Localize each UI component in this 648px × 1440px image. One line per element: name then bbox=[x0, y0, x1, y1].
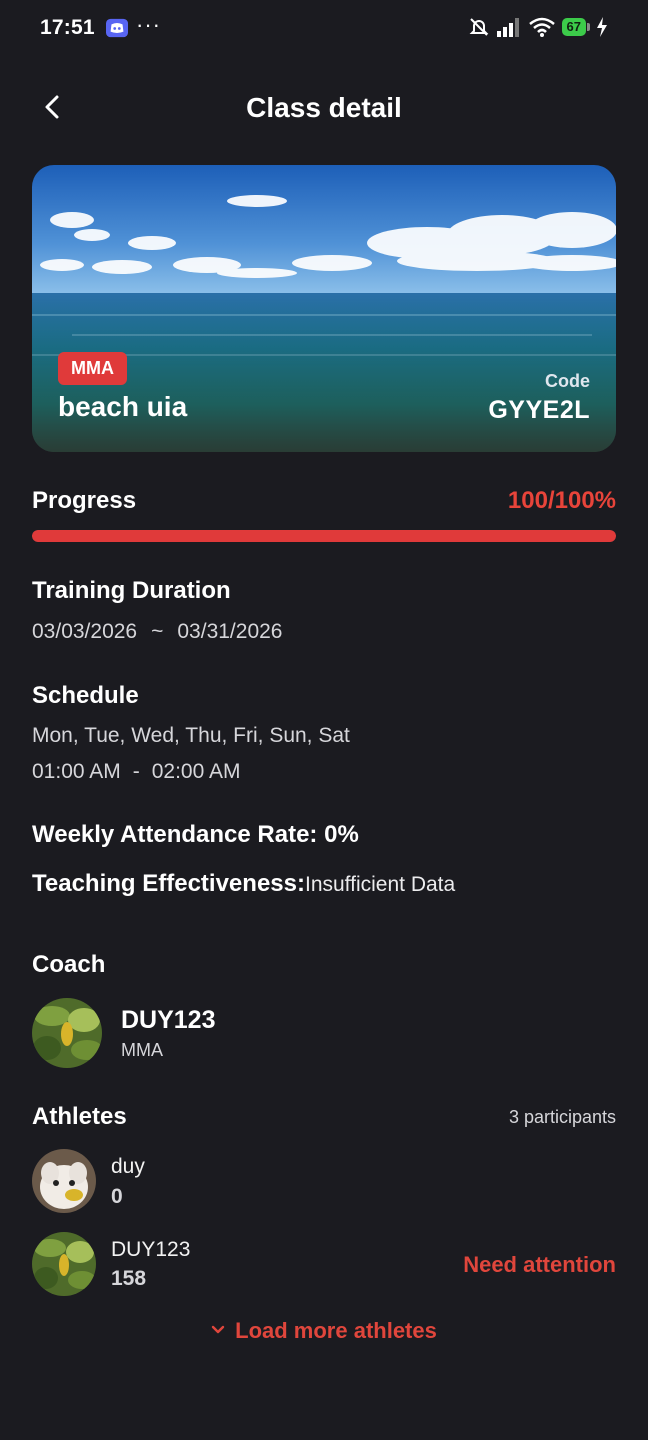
athlete-name: duy bbox=[111, 1155, 145, 1178]
status-bar: 17:51 ··· 67 bbox=[0, 0, 648, 58]
training-duration-range: 03/03/2026 ~03/31/2026 bbox=[32, 620, 282, 644]
page-title: Class detail bbox=[246, 92, 402, 123]
battery-level: 67 bbox=[561, 18, 586, 36]
schedule-days: Mon, Tue, Wed, Thu, Fri, Sun, Sat bbox=[32, 724, 350, 747]
wifi-icon bbox=[528, 17, 555, 37]
weekly-attendance-rate: Weekly Attendance Rate: 0% bbox=[32, 821, 359, 848]
coach-name: DUY123 bbox=[121, 1006, 216, 1034]
status-time: 17:51 bbox=[40, 16, 95, 39]
need-attention-label: Need attention bbox=[463, 1252, 616, 1277]
progress-bar-fill bbox=[32, 530, 616, 542]
class-code: GYYE2L bbox=[488, 396, 590, 424]
schedule-time: 01:00 AM -02:00 AM bbox=[32, 760, 240, 784]
more-notifications-icon: ··· bbox=[136, 12, 161, 37]
progress-bar bbox=[32, 530, 616, 542]
charging-icon bbox=[597, 17, 607, 37]
athletes-section-title: Athletes bbox=[32, 1103, 127, 1130]
training-duration-label: Training Duration bbox=[32, 577, 231, 604]
duration-start: 03/03/2026 bbox=[32, 620, 138, 643]
sport-badge: MMA bbox=[58, 352, 127, 385]
coach-sport: MMA bbox=[121, 1040, 163, 1060]
coach-section-title: Coach bbox=[32, 951, 106, 978]
duration-separator: ~ bbox=[151, 620, 164, 643]
schedule-time-separator: - bbox=[132, 760, 140, 783]
athlete-avatar bbox=[32, 1232, 96, 1296]
athlete-avatar bbox=[32, 1149, 96, 1213]
code-label: Code bbox=[545, 371, 590, 391]
teaching-effectiveness-value: Insufficient Data bbox=[304, 873, 456, 896]
status-icons: 67 bbox=[468, 16, 608, 38]
header: Class detail bbox=[0, 80, 648, 136]
athlete-value: 0 bbox=[111, 1185, 123, 1208]
schedule-end-time: 02:00 AM bbox=[151, 760, 241, 783]
signal-icon bbox=[496, 18, 519, 37]
athlete-value: 158 bbox=[111, 1267, 147, 1290]
progress-value: 100/100% bbox=[507, 487, 616, 514]
class-name: beach uia bbox=[58, 391, 188, 422]
progress-label: Progress bbox=[32, 487, 137, 514]
load-more-athletes-button[interactable]: Load more athletes bbox=[0, 1318, 648, 1344]
load-more-label: Load more athletes bbox=[235, 1318, 437, 1343]
schedule-label: Schedule bbox=[32, 682, 139, 709]
discord-icon bbox=[106, 18, 128, 38]
mute-icon bbox=[469, 18, 488, 36]
duration-end: 03/31/2026 bbox=[177, 620, 283, 643]
class-cover-card: MMA beach uia Code GYYE2L bbox=[32, 165, 616, 452]
schedule-start-time: 01:00 AM bbox=[32, 760, 121, 783]
participants-count: 3 participants bbox=[508, 1107, 616, 1127]
athlete-name: DUY123 bbox=[111, 1238, 191, 1261]
teaching-effectiveness-label: Teaching Effectiveness: bbox=[32, 870, 305, 897]
chevron-down-icon bbox=[211, 1325, 225, 1334]
teaching-effectiveness: Teaching Effectiveness:Insufficient Data bbox=[32, 870, 455, 898]
coach-avatar[interactable] bbox=[32, 998, 102, 1068]
battery-icon: 67 bbox=[561, 18, 590, 36]
